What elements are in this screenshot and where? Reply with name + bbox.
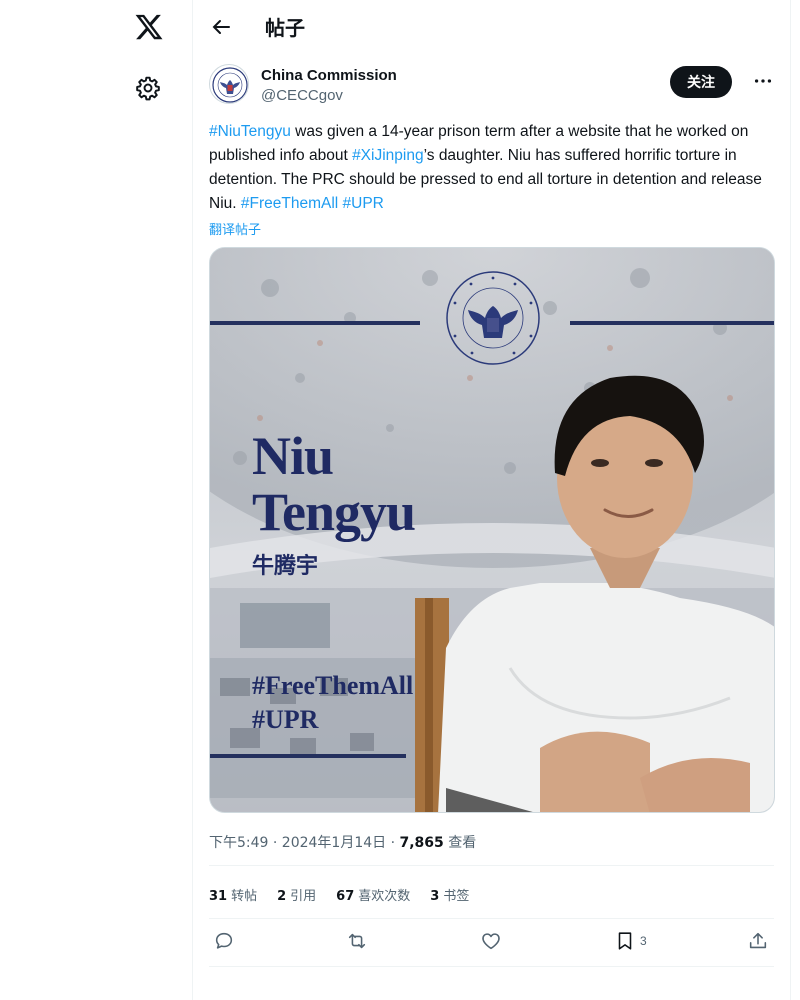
share-button[interactable] [747, 930, 769, 952]
repost-icon [348, 933, 366, 949]
timestamp[interactable]: 下午5:49 · 2024年1月14日 · [209, 835, 400, 851]
reply-icon [215, 932, 233, 949]
poster-hashtag: #FreeThemAll [252, 671, 414, 700]
likes-stat[interactable]: 67 喜欢次数 [336, 885, 410, 904]
author-name[interactable]: China Commission [261, 67, 397, 84]
poster-divider [570, 321, 774, 325]
author-handle[interactable]: @CECCgov [261, 87, 343, 104]
poster-divider [210, 754, 406, 758]
views-label: 查看 [443, 835, 477, 851]
tweet-text: #NiuTengyu was given a 14-year prison te… [209, 120, 769, 216]
cecc-seal-icon [212, 67, 248, 103]
engagement-stats: 31 转帖 2 引用 67 喜欢次数 3 书签 [209, 885, 469, 904]
views-count: 7,865 [399, 835, 444, 851]
reposts-stat[interactable]: 31 转帖 [209, 885, 257, 904]
tweet-actions-bar: 3 [209, 930, 774, 956]
more-options-icon[interactable] [752, 70, 774, 92]
divider [209, 918, 774, 919]
repost-button[interactable] [346, 930, 368, 952]
page-title: 帖子 [265, 16, 305, 40]
divider [209, 865, 774, 866]
post-detail-column: 帖子 China Commission @CECCgov 关注 #NiuTeng… [193, 0, 791, 1000]
reply-button[interactable] [213, 930, 235, 952]
top-bar: 帖子 [193, 0, 790, 53]
like-button[interactable] [480, 930, 502, 952]
x-logo-icon[interactable] [134, 12, 164, 42]
share-icon [749, 932, 767, 949]
quotes-stat[interactable]: 2 引用 [277, 885, 316, 904]
poster-name-line1: Niu [252, 426, 334, 486]
hashtag-link[interactable]: #NiuTengyu [209, 123, 291, 140]
hashtag-link[interactable]: #XiJinping [352, 147, 424, 164]
tweet-media-image[interactable]: Niu Tengyu 牛腾宇 #FreeThemAll #UPR [209, 247, 775, 813]
poster-chinese-name: 牛腾宇 [252, 554, 319, 579]
left-sidebar [0, 0, 193, 1000]
translate-post-link[interactable]: 翻译帖子 [209, 219, 261, 238]
poster-name-line2: Tengyu [252, 482, 416, 542]
bookmark-count: 3 [640, 934, 647, 948]
bookmark-button[interactable]: 3 [614, 930, 647, 952]
back-arrow-icon[interactable] [209, 15, 233, 39]
divider [209, 966, 774, 967]
avatar[interactable] [209, 64, 249, 104]
hashtag-link[interactable]: #UPR [343, 195, 384, 212]
bookmark-icon [618, 932, 632, 950]
poster-divider [210, 321, 420, 325]
follow-button[interactable]: 关注 [670, 66, 732, 98]
bookmarks-stat[interactable]: 3 书签 [430, 885, 469, 904]
hashtag-link[interactable]: #FreeThemAll [241, 195, 338, 212]
tweet-author: China Commission @CECCgov 关注 [209, 64, 774, 104]
heart-icon [482, 933, 500, 950]
poster-hashtag: #UPR [252, 705, 319, 734]
settings-gear-icon[interactable] [135, 75, 161, 101]
tweet-timestamp-views: 下午5:49 · 2024年1月14日 · 7,865 查看 [209, 832, 476, 852]
